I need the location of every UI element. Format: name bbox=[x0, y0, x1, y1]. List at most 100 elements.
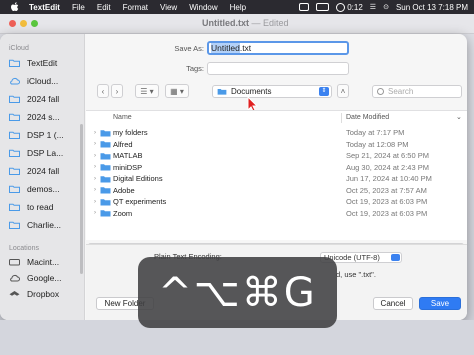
select-arrow-icon bbox=[391, 254, 400, 261]
disclosure-icon[interactable]: › bbox=[94, 187, 96, 193]
sidebar-item-macintosh-hd[interactable]: Macint... bbox=[9, 254, 83, 270]
folder-icon bbox=[100, 210, 111, 217]
sort-chevron-icon: ⌄ bbox=[456, 114, 462, 121]
file-row[interactable]: › Digital Editions Jun 17, 2024 at 10:40 P… bbox=[86, 173, 467, 185]
screen-record-icon[interactable] bbox=[299, 3, 310, 11]
folder-icon bbox=[100, 164, 111, 171]
close-window-button[interactable] bbox=[9, 20, 16, 27]
folder-icon bbox=[9, 149, 20, 157]
chevron-right-icon: › bbox=[115, 86, 119, 96]
sidebar-item-dropbox[interactable]: Dropbox bbox=[9, 286, 83, 302]
sidebar-header-locations: Locations bbox=[9, 245, 39, 252]
window-title: Untitled.txt — Edited bbox=[202, 18, 289, 28]
control-center-icon[interactable]: ⊙ bbox=[383, 3, 389, 11]
folder-icon bbox=[100, 187, 111, 194]
forward-button[interactable]: › bbox=[111, 84, 123, 98]
location-select[interactable]: Documents ⇕ bbox=[212, 85, 332, 98]
minimize-window-button[interactable] bbox=[20, 20, 27, 27]
list-view-icon: ☰ ▾ bbox=[140, 86, 154, 96]
file-row[interactable]: › Adobe Oct 25, 2023 at 7:57 AM bbox=[86, 185, 467, 197]
extension-note: d, use ".txt". bbox=[336, 270, 376, 279]
sidebar: iCloud TextEdit iCloud... 2024 fall 2024… bbox=[0, 34, 85, 320]
menu-help[interactable]: Help bbox=[230, 3, 246, 12]
disclosure-icon[interactable]: › bbox=[94, 199, 96, 205]
folder-icon bbox=[100, 152, 111, 160]
hard-drive-icon bbox=[9, 259, 20, 266]
menu-bar: TextEdit File Edit Format View Window He… bbox=[0, 0, 474, 14]
sidebar-item-demos[interactable]: demos... bbox=[9, 181, 83, 197]
search-icon bbox=[377, 88, 384, 95]
column-divider bbox=[341, 113, 342, 123]
sidebar-item-icloud-drive[interactable]: iCloud... bbox=[9, 73, 83, 89]
folder-icon bbox=[9, 113, 20, 121]
file-row[interactable]: › Alfred Today at 12:08 PM bbox=[86, 139, 467, 151]
menu-edit[interactable]: Edit bbox=[97, 3, 111, 12]
battery-icon[interactable] bbox=[316, 3, 330, 11]
file-list: Name Date Modified ⌄ › my folders Today at… bbox=[86, 110, 467, 248]
keyboard-shortcut-overlay: ^⌥⌘G bbox=[138, 257, 337, 328]
folder-icon bbox=[9, 221, 20, 229]
file-row[interactable]: › my folders Today at 7:17 PM bbox=[86, 127, 467, 139]
list-view-button[interactable]: ☰ ▾ bbox=[135, 84, 159, 98]
folder-icon bbox=[9, 203, 20, 211]
disclosure-icon[interactable]: › bbox=[94, 210, 96, 216]
filename-field[interactable]: Untitled.txt bbox=[207, 41, 349, 55]
sidebar-item-2024-fall[interactable]: 2024 fall bbox=[9, 91, 83, 107]
disclosure-icon[interactable]: › bbox=[94, 164, 96, 170]
disclosure-icon[interactable]: › bbox=[94, 141, 96, 147]
dropbox-icon bbox=[9, 291, 20, 296]
disclosure-icon[interactable]: › bbox=[94, 176, 96, 182]
cloud-drive-icon bbox=[10, 274, 20, 282]
save-as-label: Save As: bbox=[174, 44, 204, 53]
sidebar-item-google-drive[interactable]: Google... bbox=[9, 270, 83, 286]
tags-field[interactable] bbox=[207, 62, 349, 75]
file-row[interactable]: › Zoom Oct 19, 2023 at 6:03 PM bbox=[86, 208, 467, 220]
sidebar-item-dsp-1[interactable]: DSP 1 (... bbox=[9, 127, 83, 143]
sidebar-item-2024-fall-2[interactable]: 2024 fall bbox=[9, 163, 83, 179]
tags-label: Tags: bbox=[186, 64, 204, 73]
folder-icon bbox=[100, 198, 111, 206]
sidebar-item-charlie[interactable]: Charlie... bbox=[9, 217, 83, 233]
menu-window[interactable]: Window bbox=[189, 3, 217, 12]
grid-view-icon: ▦ ▾ bbox=[170, 86, 184, 96]
disclosure-icon[interactable]: › bbox=[94, 130, 96, 136]
sidebar-item-2024-s[interactable]: 2024 s... bbox=[9, 109, 83, 125]
disclosure-icon[interactable]: › bbox=[94, 153, 96, 159]
icon-view-button[interactable]: ▦ ▾ bbox=[165, 84, 189, 98]
menu-view[interactable]: View bbox=[160, 3, 177, 12]
file-row[interactable]: › QT experiments Oct 19, 2023 at 6:03 PM bbox=[86, 196, 467, 208]
folder-icon bbox=[9, 167, 20, 175]
window-list-icon[interactable]: ☰ bbox=[370, 3, 376, 11]
folder-icon bbox=[9, 185, 20, 193]
column-header-date[interactable]: Date Modified bbox=[346, 111, 389, 125]
file-row[interactable]: › MATLAB Sep 21, 2024 at 6:50 PM bbox=[86, 150, 467, 162]
save-button[interactable]: Save bbox=[419, 297, 461, 310]
menu-file[interactable]: File bbox=[72, 3, 85, 12]
folder-icon bbox=[9, 59, 20, 67]
apple-menu-icon[interactable] bbox=[9, 1, 21, 13]
sidebar-item-to-read[interactable]: to read bbox=[9, 199, 83, 215]
sidebar-header-icloud: iCloud bbox=[9, 45, 29, 52]
folder-icon bbox=[9, 131, 20, 139]
folder-icon bbox=[217, 89, 227, 95]
cloud-icon bbox=[10, 77, 20, 85]
timer-status[interactable]: 0:12 bbox=[336, 2, 363, 12]
chevron-left-icon: ‹ bbox=[101, 86, 105, 96]
select-arrow-icon: ⇕ bbox=[319, 87, 329, 96]
collapse-button[interactable]: ˄ bbox=[337, 84, 349, 98]
sidebar-scrollbar[interactable] bbox=[80, 124, 83, 274]
folder-icon bbox=[100, 141, 111, 148]
menu-format[interactable]: Format bbox=[123, 3, 148, 12]
zoom-window-button[interactable] bbox=[31, 20, 38, 27]
menu-datetime[interactable]: Sun Oct 13 7:18 PM bbox=[396, 3, 468, 12]
sidebar-item-dsp-lab[interactable]: DSP La... bbox=[9, 145, 83, 161]
column-header-name[interactable]: Name bbox=[113, 111, 132, 125]
back-button[interactable]: ‹ bbox=[97, 84, 109, 98]
folder-icon bbox=[9, 95, 20, 103]
menu-app-name[interactable]: TextEdit bbox=[29, 3, 60, 12]
cancel-button[interactable]: Cancel bbox=[373, 297, 413, 310]
file-row[interactable]: › miniDSP Aug 30, 2024 at 2:43 PM bbox=[86, 162, 467, 174]
sidebar-item-textedit[interactable]: TextEdit bbox=[9, 55, 83, 71]
search-input[interactable]: Search bbox=[372, 85, 462, 98]
timer-icon bbox=[336, 2, 346, 12]
